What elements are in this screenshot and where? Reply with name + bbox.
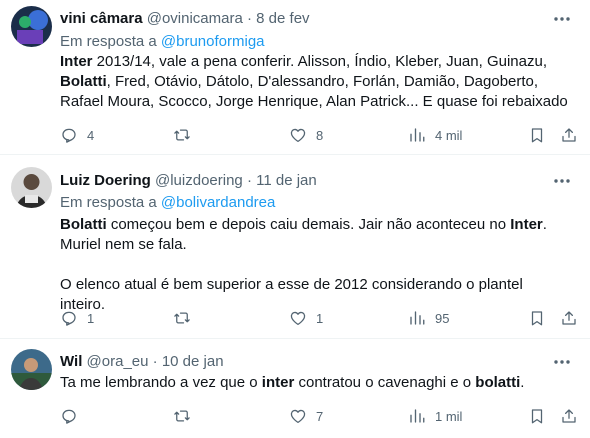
- share-icon: [562, 128, 576, 142]
- heart-icon: [290, 409, 306, 424]
- views-count: 4 mil: [435, 127, 463, 143]
- reply-count: 4: [87, 127, 95, 143]
- retweet-button[interactable]: [173, 124, 200, 146]
- reply-count: 1: [87, 310, 95, 326]
- text-run: contratou o cavenaghi e o: [294, 374, 476, 391]
- tweet[interactable]: Luiz Doering @luizdoering · 11 de jan Em…: [0, 155, 590, 339]
- action-bar: 7 1 mil: [55, 405, 585, 427]
- reply-button[interactable]: 4: [60, 124, 94, 146]
- tweet[interactable]: vini câmara @ovinicamara · 8 de fev Em r…: [0, 0, 590, 155]
- share-button[interactable]: [560, 307, 578, 329]
- reply-button[interactable]: [60, 405, 87, 427]
- share-button[interactable]: [560, 405, 578, 427]
- retweet-button[interactable]: [173, 307, 200, 329]
- reply-prefix: Em resposta a: [60, 194, 161, 211]
- more-options-icon[interactable]: [552, 353, 572, 371]
- action-bar: 1 1 95: [55, 307, 585, 329]
- author-name[interactable]: vini câmara: [60, 10, 143, 27]
- reply-icon: [62, 311, 76, 326]
- heart-icon: [290, 128, 306, 143]
- highlighted-keyword: bolatti: [475, 374, 521, 391]
- tweet-paragraph: Ta me lembrando a vez que o inter contra…: [60, 373, 570, 393]
- tweet-date[interactable]: · 8 de fev: [247, 10, 310, 27]
- views-button[interactable]: 1 mil: [408, 405, 462, 427]
- like-button[interactable]: 7: [289, 405, 323, 427]
- reply-icon: [62, 409, 76, 424]
- views-count: 95: [435, 310, 450, 326]
- views-button[interactable]: 95: [408, 307, 449, 329]
- reply-context: Em resposta a @bolivardandrea: [60, 194, 275, 211]
- reply-button[interactable]: 1: [60, 307, 94, 329]
- text-run: .: [520, 374, 525, 391]
- text-run: Ta me lembrando a vez que o: [60, 374, 262, 391]
- reply-context: Em resposta a @brunoformiga: [60, 33, 265, 50]
- more-options-icon[interactable]: [552, 172, 572, 190]
- highlighted-keyword: Inter: [60, 53, 93, 70]
- tweet-text: Bolatti começou bem e depois caiu demais…: [60, 215, 570, 315]
- tweet-text: Inter 2013/14, vale a pena conferir. Ali…: [60, 52, 570, 112]
- author-handle[interactable]: @ora_eu: [87, 353, 149, 370]
- author-name[interactable]: Wil: [60, 353, 82, 370]
- bookmark-icon: [531, 409, 543, 424]
- highlighted-keyword: Bolatti: [60, 73, 107, 90]
- tweet-paragraph: Inter 2013/14, vale a pena conferir. Ali…: [60, 52, 570, 112]
- reply-prefix: Em resposta a: [60, 33, 161, 50]
- author-handle[interactable]: @luizdoering: [155, 172, 243, 189]
- bookmark-icon: [531, 311, 543, 326]
- share-icon: [562, 409, 576, 423]
- author-name[interactable]: Luiz Doering: [60, 172, 151, 189]
- tweet[interactable]: Wil @ora_eu · 10 de jan Ta me lembrando …: [0, 339, 590, 438]
- like-count: 8: [316, 127, 324, 143]
- avatar[interactable]: [11, 6, 52, 47]
- views-icon: [410, 128, 425, 142]
- like-count: 7: [316, 408, 324, 424]
- author-handle[interactable]: @ovinicamara: [147, 10, 243, 27]
- retweet-icon: [174, 312, 190, 324]
- highlighted-keyword: inter: [261, 374, 295, 391]
- reply-handle-link[interactable]: @bolivardandrea: [161, 194, 275, 211]
- bookmark-button[interactable]: [528, 307, 546, 329]
- action-bar: 4 8 4 mil: [55, 124, 585, 146]
- highlighted-keyword: Bolatti: [60, 216, 107, 233]
- bookmark-button[interactable]: [528, 405, 546, 427]
- like-button[interactable]: 1: [289, 307, 323, 329]
- avatar[interactable]: [11, 167, 52, 208]
- share-button[interactable]: [560, 124, 578, 146]
- bookmark-button[interactable]: [528, 124, 546, 146]
- tweet-date[interactable]: · 10 de jan: [153, 353, 224, 370]
- retweet-button[interactable]: [173, 405, 200, 427]
- tweet-text: Ta me lembrando a vez que o inter contra…: [60, 373, 570, 393]
- highlighted-keyword: Inter: [510, 216, 543, 233]
- text-run: , Fred, Otávio, Dátolo, D'alessandro, Fo…: [60, 73, 568, 110]
- views-count: 1 mil: [435, 408, 463, 424]
- tweet-date[interactable]: · 11 de jan: [247, 172, 317, 189]
- retweet-icon: [174, 410, 190, 422]
- text-run: 2013/14, vale a pena conferir. Alisson, …: [92, 53, 547, 70]
- avatar[interactable]: [11, 349, 52, 390]
- retweet-icon: [174, 129, 190, 141]
- heart-icon: [290, 311, 306, 326]
- text-run: começou bem e depois caiu demais. Jair n…: [106, 216, 511, 233]
- views-button[interactable]: 4 mil: [408, 124, 462, 146]
- reply-icon: [62, 128, 76, 143]
- like-count: 1: [316, 310, 324, 326]
- like-button[interactable]: 8: [289, 124, 323, 146]
- views-icon: [410, 311, 425, 325]
- bookmark-icon: [531, 128, 543, 143]
- views-icon: [410, 409, 425, 423]
- reply-handle-link[interactable]: @brunoformiga: [161, 33, 265, 50]
- share-icon: [562, 311, 576, 325]
- more-options-icon[interactable]: [552, 10, 572, 28]
- tweet-paragraph: Bolatti começou bem e depois caiu demais…: [60, 215, 570, 255]
